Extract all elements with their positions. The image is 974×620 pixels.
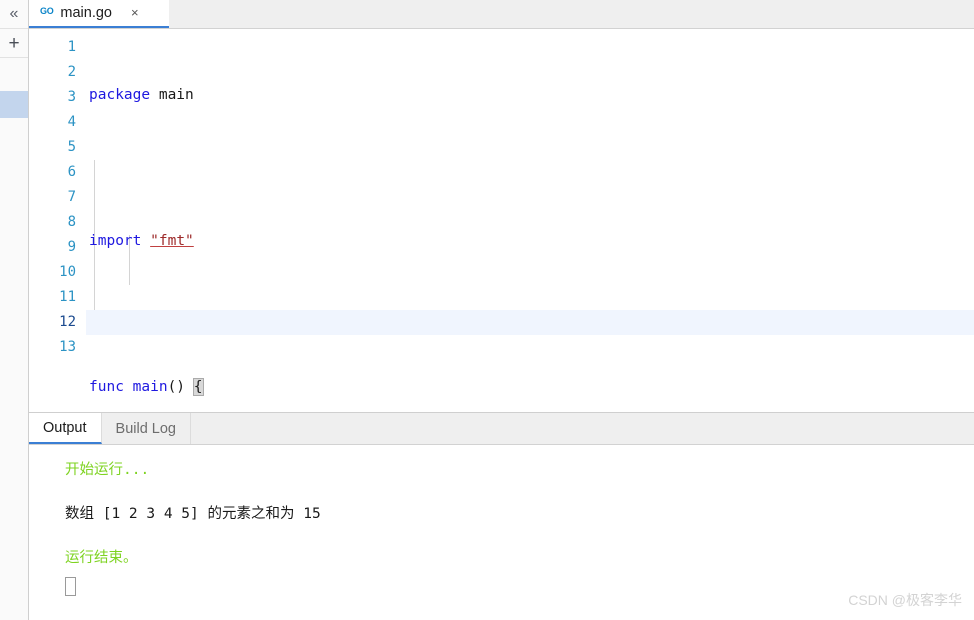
tab-output[interactable]: Output: [29, 413, 102, 444]
rail-empty-area: [0, 118, 28, 620]
line-number: 3: [67, 89, 76, 105]
line-number: 1: [67, 39, 76, 55]
line-number-gutter: 1 2 3 4 5 6 7 8 9 10 11 12 13: [29, 29, 86, 412]
add-file-icon[interactable]: +: [0, 29, 28, 58]
output-line-start: 开始运行...: [65, 462, 150, 478]
keyword-import: import: [89, 233, 142, 249]
keyword-func: func: [89, 379, 124, 395]
editor-tabbar: GO main.go ×: [29, 0, 974, 29]
brace-open-match: {: [192, 378, 204, 396]
line-number: 13: [59, 339, 76, 355]
line-number: 9: [67, 239, 76, 255]
rail-active-indicator[interactable]: [0, 91, 28, 118]
main-column: GO main.go × 1 2 3 4 5 6 7 8 9 10 11 12 …: [29, 0, 974, 620]
line-number: 8: [67, 214, 76, 230]
output-panel: Output Build Log 开始运行... 数组 [1 2 3 4 5] …: [29, 412, 974, 620]
line-number: 11: [59, 289, 76, 305]
ide-window: « + GO main.go × 1 2 3 4 5 6 7 8 9 10 11…: [0, 0, 974, 620]
line-number: 4: [67, 114, 76, 130]
import-path: "fmt": [150, 233, 194, 249]
line-number: 2: [67, 64, 76, 80]
go-file-icon: GO: [40, 5, 54, 16]
collapse-sidebar-icon[interactable]: «: [0, 0, 28, 29]
tab-main-go[interactable]: GO main.go ×: [29, 0, 169, 28]
line-number: 6: [67, 164, 76, 180]
line-number: 10: [59, 264, 76, 280]
code-line-1: package main: [86, 83, 974, 108]
code-text[interactable]: package main import "fmt" func main() { …: [86, 35, 974, 412]
output-line-end: 运行结束。: [65, 550, 138, 566]
parens: (): [167, 379, 194, 395]
line-number: 5: [67, 139, 76, 155]
code-line-3: import "fmt": [86, 229, 974, 254]
package-name: main: [158, 87, 194, 103]
tab-label: main.go: [60, 4, 112, 21]
console-cursor: [65, 577, 76, 596]
output-line-result: 数组 [1 2 3 4 5] 的元素之和为 15: [65, 506, 321, 522]
console-output[interactable]: 开始运行... 数组 [1 2 3 4 5] 的元素之和为 15 运行结束。: [29, 445, 974, 620]
rail-spacer: [0, 58, 28, 91]
code-editor[interactable]: 1 2 3 4 5 6 7 8 9 10 11 12 13 package ma…: [29, 29, 974, 412]
keyword-package: package: [89, 87, 151, 103]
close-icon[interactable]: ×: [131, 6, 139, 19]
line-number-current: 12: [59, 314, 76, 330]
func-name-main: main: [132, 379, 168, 395]
line-number: 7: [67, 189, 76, 205]
panel-tabbar: Output Build Log: [29, 413, 974, 445]
code-area[interactable]: package main import "fmt" func main() { …: [29, 29, 974, 412]
tab-build-log[interactable]: Build Log: [101, 413, 191, 444]
activity-rail: « +: [0, 0, 29, 620]
code-line-5: func main() {: [86, 375, 974, 400]
